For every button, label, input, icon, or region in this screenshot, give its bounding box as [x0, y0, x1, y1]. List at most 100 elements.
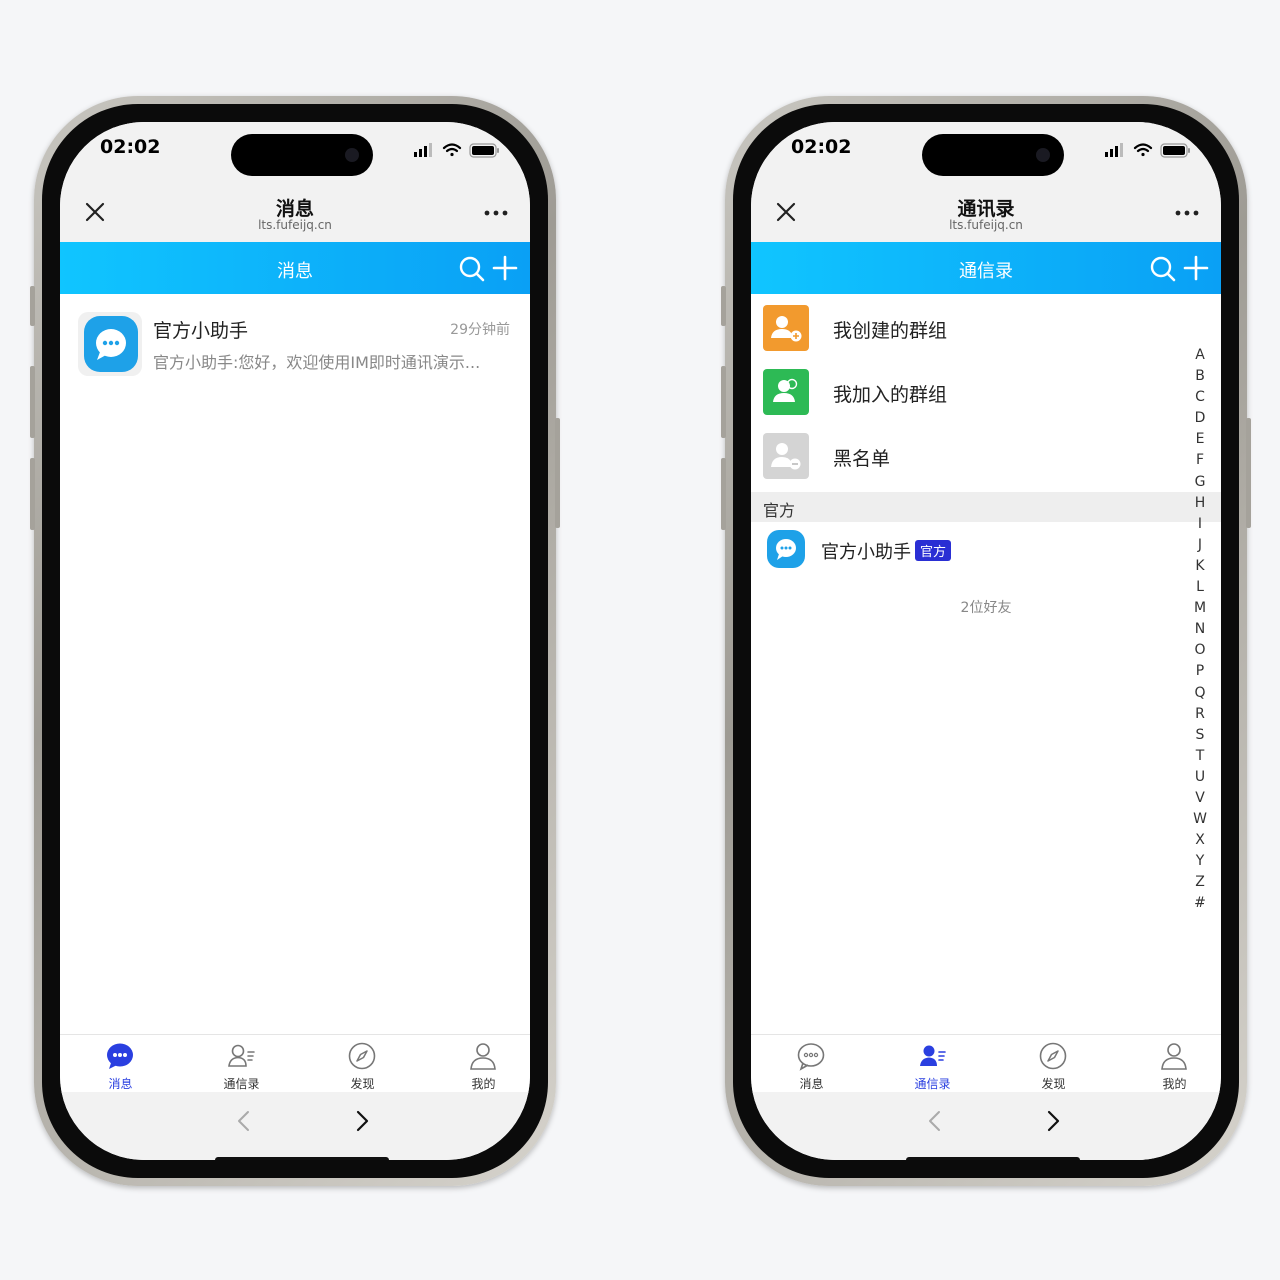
entry-created-groups[interactable]: 我创建的群组: [751, 294, 1221, 358]
contact-item[interactable]: 官方小助手 官方: [751, 522, 1221, 578]
status-time: 02:02: [100, 136, 161, 158]
index-letter[interactable]: G: [1193, 472, 1207, 493]
power-button: [555, 418, 560, 528]
back-arrow-icon[interactable]: [925, 1110, 947, 1132]
index-letter[interactable]: E: [1193, 429, 1207, 450]
page-url: lts.fufeijq.cn: [949, 218, 1023, 232]
bezel: 02:02: [42, 104, 548, 1178]
tab-contacts[interactable]: 通信录: [872, 1035, 993, 1093]
signal-icon: [1105, 143, 1123, 157]
index-letter[interactable]: T: [1193, 746, 1207, 767]
chat-bubble-icon: [767, 530, 805, 568]
forward-arrow-icon[interactable]: [1041, 1110, 1063, 1132]
index-letter[interactable]: L: [1193, 577, 1207, 598]
chat-timestamp: 29分钟前: [450, 322, 510, 338]
entry-label: 我创建的群组: [833, 320, 948, 342]
index-letter[interactable]: #: [1193, 893, 1207, 914]
index-letter[interactable]: P: [1193, 661, 1207, 682]
plus-icon[interactable]: [1183, 255, 1209, 281]
alphabet-index[interactable]: A B C D E F G H I J K L M N O P Q R S T U V W X Y Z #: [1193, 345, 1207, 915]
index-letter[interactable]: D: [1193, 408, 1207, 429]
group-icon: [763, 369, 809, 415]
forward-arrow-icon[interactable]: [350, 1110, 372, 1132]
chat-name: 官方小助手: [153, 320, 249, 342]
bezel: 02:02: [733, 104, 1239, 1178]
chat-list-item[interactable]: 官方小助手 29分钟前 官方小助手:您好，欢迎使用IM即时通讯演示...: [60, 294, 530, 376]
tab-label: 发现: [1041, 1077, 1066, 1091]
camera: [1036, 148, 1050, 162]
chat-bubble-icon: [797, 1043, 825, 1071]
tab-label: 我的: [1162, 1077, 1187, 1091]
tab-messages[interactable]: 消息: [751, 1035, 872, 1093]
mini-program-titlebar: 消息 lts.fufeijq.cn: [60, 182, 530, 242]
mini-program-titlebar: 通讯录 lts.fufeijq.cn: [751, 182, 1221, 242]
index-letter[interactable]: S: [1193, 725, 1207, 746]
entry-joined-groups[interactable]: 我加入的群组: [751, 358, 1221, 422]
back-arrow-icon[interactable]: [234, 1110, 256, 1132]
entry-blacklist[interactable]: 黑名单: [751, 422, 1221, 486]
home-indicator[interactable]: [906, 1157, 1080, 1160]
browser-toolbar: [751, 1092, 1221, 1160]
page-url: lts.fufeijq.cn: [258, 218, 332, 232]
entry-label: 我加入的群组: [833, 384, 948, 406]
tab-me[interactable]: 我的: [1114, 1035, 1221, 1093]
index-letter[interactable]: C: [1193, 387, 1207, 408]
wifi-icon: [442, 143, 462, 157]
index-letter[interactable]: V: [1193, 788, 1207, 809]
index-letter[interactable]: Q: [1193, 683, 1207, 704]
index-letter[interactable]: B: [1193, 366, 1207, 387]
volume-down-button: [30, 458, 35, 530]
index-letter[interactable]: N: [1193, 619, 1207, 640]
tab-me[interactable]: 我的: [423, 1035, 530, 1093]
search-icon[interactable]: [1149, 255, 1177, 283]
index-letter[interactable]: A: [1193, 345, 1207, 366]
tab-label: 我的: [471, 1077, 496, 1091]
page-title: 通讯录: [957, 198, 1015, 220]
wifi-icon: [1133, 143, 1153, 157]
index-letter[interactable]: I: [1193, 514, 1207, 535]
action-button: [721, 286, 726, 326]
dynamic-island: [922, 134, 1064, 176]
section-label: 官方: [763, 501, 796, 520]
contacts-icon: [228, 1044, 255, 1067]
compass-icon: [348, 1042, 376, 1070]
index-letter[interactable]: J: [1193, 535, 1207, 556]
home-indicator[interactable]: [215, 1157, 389, 1160]
index-letter[interactable]: Z: [1193, 872, 1207, 893]
index-letter[interactable]: X: [1193, 830, 1207, 851]
tab-messages[interactable]: 消息: [60, 1035, 181, 1093]
status-bar: 02:02: [751, 122, 1221, 182]
index-letter[interactable]: Y: [1193, 851, 1207, 872]
user-icon: [470, 1043, 496, 1070]
official-badge: 官方: [915, 540, 952, 561]
index-letter[interactable]: U: [1193, 767, 1207, 788]
app-header: 通信录: [751, 242, 1221, 294]
power-button: [1246, 418, 1251, 528]
status-time: 02:02: [791, 136, 852, 158]
tab-discover[interactable]: 发现: [993, 1035, 1114, 1093]
more-icon[interactable]: [484, 210, 508, 216]
phone-frame-left: 02:02 消息 lts.fufeijq.cn 消息 官方小助手 29分钟前 官…: [30, 96, 560, 1186]
tab-discover[interactable]: 发现: [302, 1035, 423, 1093]
index-letter[interactable]: M: [1193, 598, 1207, 619]
index-letter[interactable]: O: [1193, 640, 1207, 661]
search-icon[interactable]: [458, 255, 486, 283]
page-title: 消息: [275, 198, 314, 220]
user-icon: [1161, 1043, 1187, 1070]
tab-contacts[interactable]: 通信录: [181, 1035, 302, 1093]
compass-icon: [1039, 1042, 1067, 1070]
status-bar: 02:02: [60, 122, 530, 182]
index-letter[interactable]: K: [1193, 556, 1207, 577]
chat-bubble-icon: [84, 316, 138, 372]
status-icons: [1105, 143, 1190, 158]
plus-icon[interactable]: [492, 255, 518, 281]
section-header: 官方: [751, 492, 1221, 522]
index-letter[interactable]: R: [1193, 704, 1207, 725]
index-letter[interactable]: F: [1193, 450, 1207, 471]
index-letter[interactable]: H: [1193, 493, 1207, 514]
tab-label: 消息: [799, 1077, 824, 1091]
camera: [345, 148, 359, 162]
screen-messages: 02:02 消息 lts.fufeijq.cn 消息 官方小助手 29分钟前 官…: [60, 122, 530, 1160]
index-letter[interactable]: W: [1193, 809, 1207, 830]
more-icon[interactable]: [1175, 210, 1199, 216]
